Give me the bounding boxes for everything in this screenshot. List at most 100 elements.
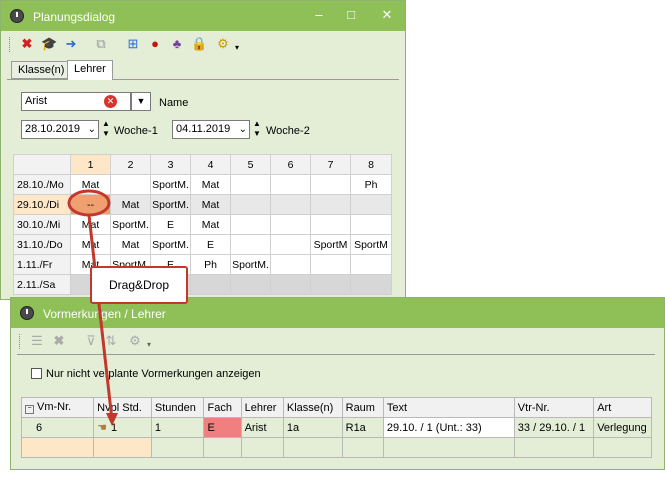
column-header[interactable]: Fach <box>203 397 242 418</box>
grid-cell[interactable]: Mat <box>190 174 231 195</box>
table-cell[interactable]: Verlegung <box>593 417 652 438</box>
grid-cell[interactable] <box>270 194 311 215</box>
date-from-input[interactable]: 28.10.2019 ⌄ <box>21 120 99 139</box>
table-cell[interactable] <box>203 437 242 458</box>
table-cell[interactable]: 1a <box>282 417 343 438</box>
table-new-row[interactable] <box>20 437 652 458</box>
sort-icon[interactable]: ⇅ <box>103 333 119 349</box>
grid-cell[interactable] <box>270 274 311 295</box>
grid-cell[interactable] <box>230 274 271 295</box>
grid-cell-dragged[interactable]: -- <box>70 194 111 215</box>
grid-cell[interactable]: Mat <box>190 194 231 215</box>
grid-cell[interactable] <box>270 254 311 275</box>
grid-cell[interactable] <box>230 214 271 235</box>
day-header[interactable]: 31.10./Do <box>13 234 71 255</box>
grid-cell[interactable] <box>350 254 392 275</box>
toolbar-grip[interactable] <box>19 334 23 349</box>
table-cell[interactable] <box>150 437 205 458</box>
grid-cell[interactable]: SportM. <box>230 254 271 275</box>
column-header[interactable]: Nvpl Std. <box>93 397 152 418</box>
day-header[interactable]: 29.10./Di <box>13 194 71 215</box>
table-cell[interactable]: 1 <box>150 417 205 438</box>
people-icon[interactable]: ♣ <box>169 36 185 52</box>
grid-cell[interactable] <box>310 174 351 195</box>
period-header[interactable]: 1 <box>70 154 111 175</box>
delete-icon[interactable]: ✖ <box>51 333 67 349</box>
list-icon[interactable]: ☰ <box>29 333 45 349</box>
period-header[interactable]: 2 <box>110 154 151 175</box>
settings-dropdown-icon[interactable]: ▾ <box>141 337 157 353</box>
subject-cell[interactable]: E <box>203 417 242 438</box>
day-header[interactable]: 2.11./Sa <box>13 274 71 295</box>
grid-cell[interactable] <box>230 234 271 255</box>
column-header[interactable]: Raum <box>341 397 384 418</box>
grid-cell[interactable]: SportM. <box>150 194 191 215</box>
date-to-input[interactable]: 04.11.2019 ⌄ <box>172 120 250 139</box>
period-header[interactable]: 3 <box>150 154 191 175</box>
grid-cell[interactable]: SportM. <box>150 234 191 255</box>
table-cell[interactable] <box>240 437 284 458</box>
table-cell[interactable] <box>20 437 95 458</box>
grid-cell[interactable]: Mat <box>70 214 111 235</box>
grid-cell[interactable] <box>350 214 392 235</box>
lock-icon[interactable]: 🔒 <box>191 36 207 52</box>
period-header[interactable]: 7 <box>310 154 351 175</box>
day-header[interactable]: 1.11./Fr <box>13 254 71 275</box>
table-cell[interactable] <box>593 437 652 458</box>
grid-cell[interactable]: Mat <box>110 194 151 215</box>
table-cell[interactable] <box>282 437 343 458</box>
grid-cell[interactable] <box>270 214 311 235</box>
clear-icon[interactable]: ✕ <box>104 95 117 108</box>
graduation-cap-icon[interactable]: 🎓 <box>41 36 57 52</box>
period-header[interactable]: 8 <box>350 154 392 175</box>
date-from-spinner[interactable]: ▲ ▼ <box>102 119 110 139</box>
add-grid-icon[interactable]: ⊞ <box>125 36 141 52</box>
grid-cell[interactable] <box>110 174 151 195</box>
minimize-button[interactable]: – <box>309 6 329 24</box>
grid-cell[interactable] <box>230 194 271 215</box>
delete-icon[interactable]: ✖ <box>19 36 35 52</box>
table-cell[interactable]: 6 <box>20 417 95 438</box>
toolbar-grip[interactable] <box>9 37 13 52</box>
table-cell[interactable]: 29.10. / 1 (Unt.: 33) <box>382 417 515 438</box>
maximize-button[interactable]: □ <box>341 6 361 24</box>
grid-cell[interactable]: SportM <box>350 234 392 255</box>
table-cell[interactable] <box>341 437 384 458</box>
grid-cell[interactable]: Ph <box>190 254 231 275</box>
period-header[interactable]: 6 <box>270 154 311 175</box>
table-row[interactable]: 6 ☚ 1 1 E Arist 1a R1a 29.10. / 1 (Unt.: … <box>20 417 652 438</box>
only-unplanned-checkbox[interactable] <box>31 368 42 379</box>
close-button[interactable]: ✕ <box>377 6 397 24</box>
grid-cell[interactable]: Mat <box>190 214 231 235</box>
column-header[interactable]: Text <box>382 397 515 418</box>
drag-hand-icon[interactable]: ☚ <box>97 422 107 434</box>
column-header[interactable]: Klasse(n) <box>282 397 343 418</box>
tab-lehrer[interactable]: Lehrer <box>67 60 113 80</box>
column-header[interactable]: Stunden <box>150 397 205 418</box>
export-icon[interactable]: ➜ <box>63 36 79 52</box>
table-cell[interactable] <box>93 437 152 458</box>
column-header[interactable]: Art <box>593 397 652 418</box>
date-from-chevron-icon[interactable]: ⌄ <box>88 121 96 138</box>
collapse-icon[interactable]: − <box>25 405 34 414</box>
grid-cell[interactable] <box>350 274 392 295</box>
grid-cell[interactable] <box>190 274 231 295</box>
period-header[interactable]: 4 <box>190 154 231 175</box>
date-to-chevron-icon[interactable]: ⌄ <box>239 121 247 138</box>
grid-cell[interactable] <box>310 254 351 275</box>
grid-cell[interactable]: E <box>190 234 231 255</box>
tab-klassen[interactable]: Klasse(n) <box>11 61 72 79</box>
table-cell[interactable]: Arist <box>240 417 284 438</box>
grid-cell[interactable] <box>270 234 311 255</box>
table-cell[interactable]: 33 / 29.10. / 1 <box>513 417 595 438</box>
grid-cell[interactable]: SportM. <box>150 174 191 195</box>
column-header[interactable]: Vtr-Nr. <box>513 397 595 418</box>
table-cell[interactable]: ☚ 1 <box>93 417 152 438</box>
grid-cell[interactable]: Mat <box>110 234 151 255</box>
teacher-dropdown-button[interactable]: ▼ <box>131 92 151 111</box>
day-header[interactable]: 28.10./Mo <box>13 174 71 195</box>
grid-cell[interactable] <box>270 174 311 195</box>
grid-cell[interactable]: Ph <box>350 174 392 195</box>
table-cell[interactable]: R1a <box>341 417 384 438</box>
pin-icon[interactable]: ● <box>147 36 163 52</box>
